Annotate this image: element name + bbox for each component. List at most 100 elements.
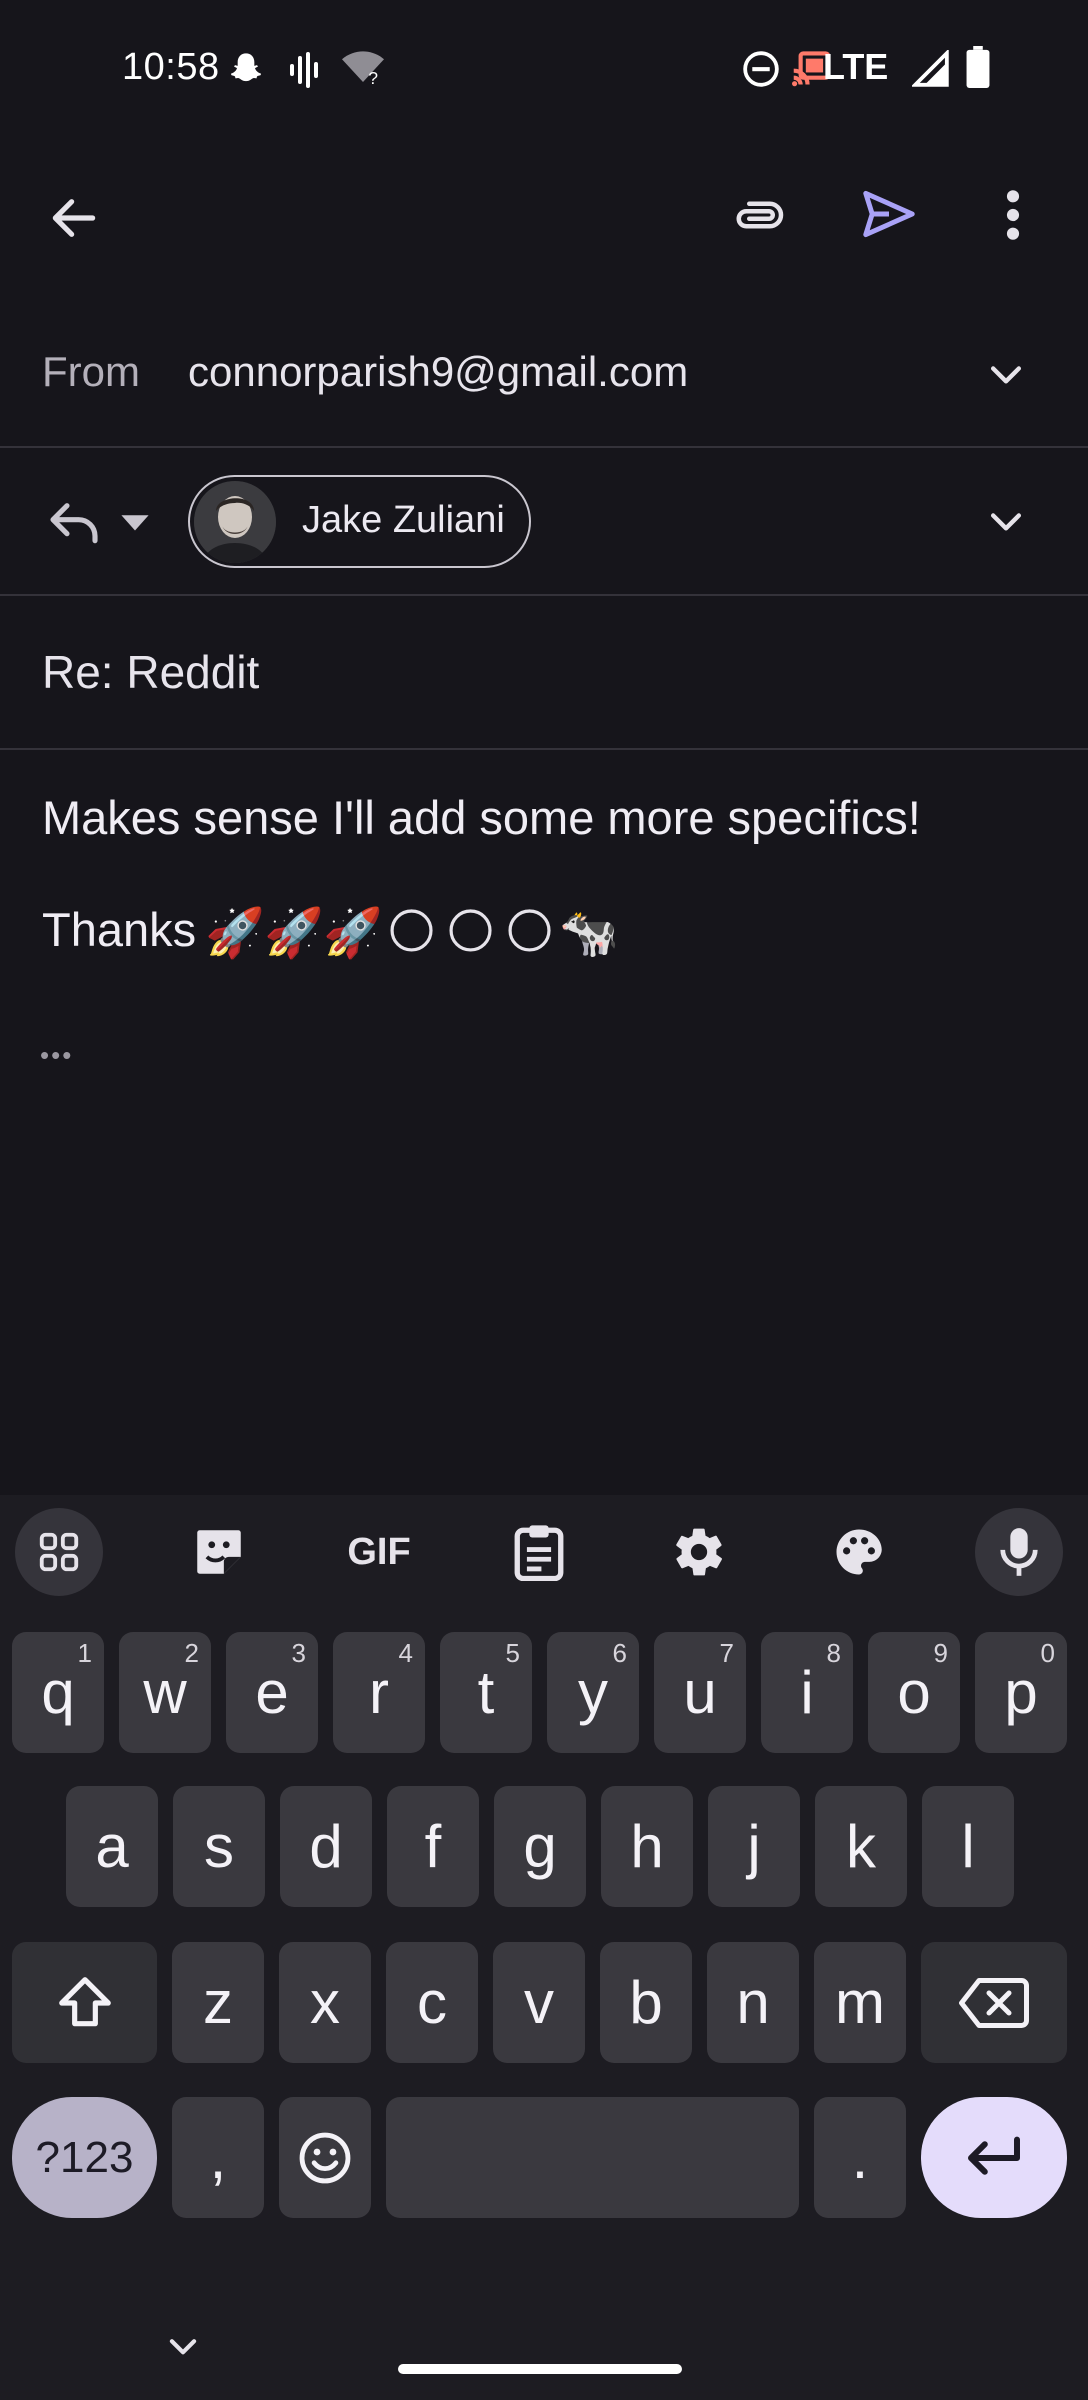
key-o[interactable]: o9 — [868, 1632, 960, 1753]
emoji-row: 🚀 🚀 🚀 🌕 🌕 🌕 🐄 — [205, 900, 619, 964]
key-g[interactable]: g — [494, 1786, 586, 1907]
key-l[interactable]: l — [922, 1786, 1014, 1907]
key-label: l — [961, 1813, 975, 1880]
key-hint: 0 — [1040, 1638, 1055, 1668]
divider — [0, 446, 1088, 448]
apps-grid-button[interactable] — [4, 1507, 114, 1597]
body-text-line-2[interactable]: Thanks — [42, 902, 196, 957]
key-k[interactable]: k — [815, 1786, 907, 1907]
wifi-unknown-icon: ? — [342, 50, 384, 86]
reply-icon[interactable] — [46, 496, 102, 548]
clipboard-icon — [512, 1523, 566, 1581]
body-emoji: 🌕 — [386, 906, 437, 959]
enter-key[interactable] — [921, 2097, 1067, 2218]
gif-button[interactable]: GIF — [324, 1507, 434, 1597]
key-label: m — [835, 1969, 885, 2036]
key-e[interactable]: e3 — [226, 1632, 318, 1753]
key-w[interactable]: w2 — [119, 1632, 211, 1753]
key-n[interactable]: n — [707, 1942, 799, 2063]
key-c[interactable]: c — [386, 1942, 478, 2063]
paperclip-icon[interactable] — [733, 185, 793, 245]
key-label: a — [95, 1813, 129, 1880]
dnd-icon — [742, 50, 780, 88]
voice-input-button[interactable] — [964, 1507, 1074, 1597]
key-f[interactable]: f — [387, 1786, 479, 1907]
key-label: s — [204, 1813, 234, 1880]
key-a[interactable]: a — [66, 1786, 158, 1907]
recipient-chip[interactable]: Jake Zuliani — [188, 475, 531, 568]
key-z[interactable]: z — [172, 1942, 264, 2063]
key-v[interactable]: v — [493, 1942, 585, 2063]
sticker-icon — [190, 1523, 248, 1581]
key-r[interactable]: r4 — [333, 1632, 425, 1753]
symbols-key[interactable]: ?123 — [12, 2097, 157, 2218]
key-label: n — [736, 1969, 770, 2036]
keyboard: GIF q1w2e3r4t5y6u7i8o9p0 asdfghjkl zxcvb… — [0, 1495, 1088, 2400]
period-key[interactable]: . — [814, 2097, 906, 2218]
subject-field[interactable]: Re: Reddit — [42, 645, 259, 699]
network-type: LTE — [823, 46, 889, 87]
key-u[interactable]: u7 — [654, 1632, 746, 1753]
key-label: o — [897, 1659, 931, 1726]
key-row-2: a sdfghjk l — [0, 1786, 1088, 1907]
key-label: k — [846, 1813, 876, 1880]
key-m[interactable]: m — [814, 1942, 906, 2063]
key-hint: 8 — [826, 1638, 841, 1668]
voice-wave-icon — [288, 52, 320, 88]
emoji-key[interactable] — [279, 2097, 371, 2218]
recipient-name: Jake Zuliani — [302, 499, 505, 541]
body-text-line-1[interactable]: Makes sense I'll add some more specifics… — [42, 790, 921, 845]
key-label: c — [417, 1969, 447, 2036]
backspace-icon — [959, 1975, 1029, 2031]
backspace-key[interactable] — [921, 1942, 1067, 2063]
quoted-text-toggle[interactable]: ••• — [40, 1040, 73, 1071]
from-chevron-down-icon[interactable] — [984, 352, 1028, 396]
from-address[interactable]: connorparish9@gmail.com — [188, 348, 688, 396]
clipboard-button[interactable] — [484, 1507, 594, 1597]
key-label: y — [578, 1659, 608, 1726]
key-s[interactable]: s — [173, 1786, 265, 1907]
avatar — [194, 481, 276, 563]
home-indicator[interactable] — [398, 2364, 682, 2374]
more-vert-icon[interactable] — [992, 187, 1034, 243]
space-bar[interactable] — [386, 2097, 799, 2218]
divider — [0, 594, 1088, 596]
snapchat-icon — [225, 50, 267, 90]
body-emoji: 🌕 — [445, 906, 496, 959]
battery-icon — [966, 46, 990, 88]
body-emoji: 🚀 — [323, 906, 383, 960]
settings-button[interactable] — [644, 1507, 754, 1597]
key-b[interactable]: b — [600, 1942, 692, 2063]
key-j[interactable]: j — [708, 1786, 800, 1907]
apps-grid-icon — [36, 1529, 82, 1575]
reply-type-dropdown-icon[interactable] — [118, 510, 152, 534]
key-i[interactable]: i8 — [761, 1632, 853, 1753]
key-label: g — [523, 1813, 557, 1880]
key-label: b — [629, 1969, 663, 2036]
key-x[interactable]: x — [279, 1942, 371, 2063]
recipients-chevron-down-icon[interactable] — [984, 499, 1028, 543]
key-h[interactable]: h — [601, 1786, 693, 1907]
signal-icon — [912, 50, 950, 88]
theme-button[interactable] — [804, 1507, 914, 1597]
smiley-icon — [296, 2129, 354, 2187]
sticker-button[interactable] — [164, 1507, 274, 1597]
key-label: i — [800, 1659, 814, 1726]
key-y[interactable]: y6 — [547, 1632, 639, 1753]
key-t[interactable]: t5 — [440, 1632, 532, 1753]
key-d[interactable]: d — [280, 1786, 372, 1907]
gif-icon: GIF — [347, 1530, 411, 1573]
key-q[interactable]: q1 — [12, 1632, 104, 1753]
enter-icon — [964, 2135, 1024, 2181]
send-icon[interactable] — [858, 183, 920, 245]
from-label: From — [42, 348, 140, 395]
comma-key[interactable]: , — [172, 2097, 264, 2218]
hide-keyboard-chevron-down-icon[interactable] — [164, 2327, 202, 2365]
key-label: z — [203, 1969, 233, 2036]
key-p[interactable]: p0 — [975, 1632, 1067, 1753]
key-hint: 1 — [77, 1638, 92, 1668]
key-label: e — [255, 1659, 289, 1726]
key-hint: 9 — [933, 1638, 948, 1668]
key-hint: 3 — [291, 1638, 306, 1668]
back-arrow-icon[interactable] — [46, 190, 102, 246]
